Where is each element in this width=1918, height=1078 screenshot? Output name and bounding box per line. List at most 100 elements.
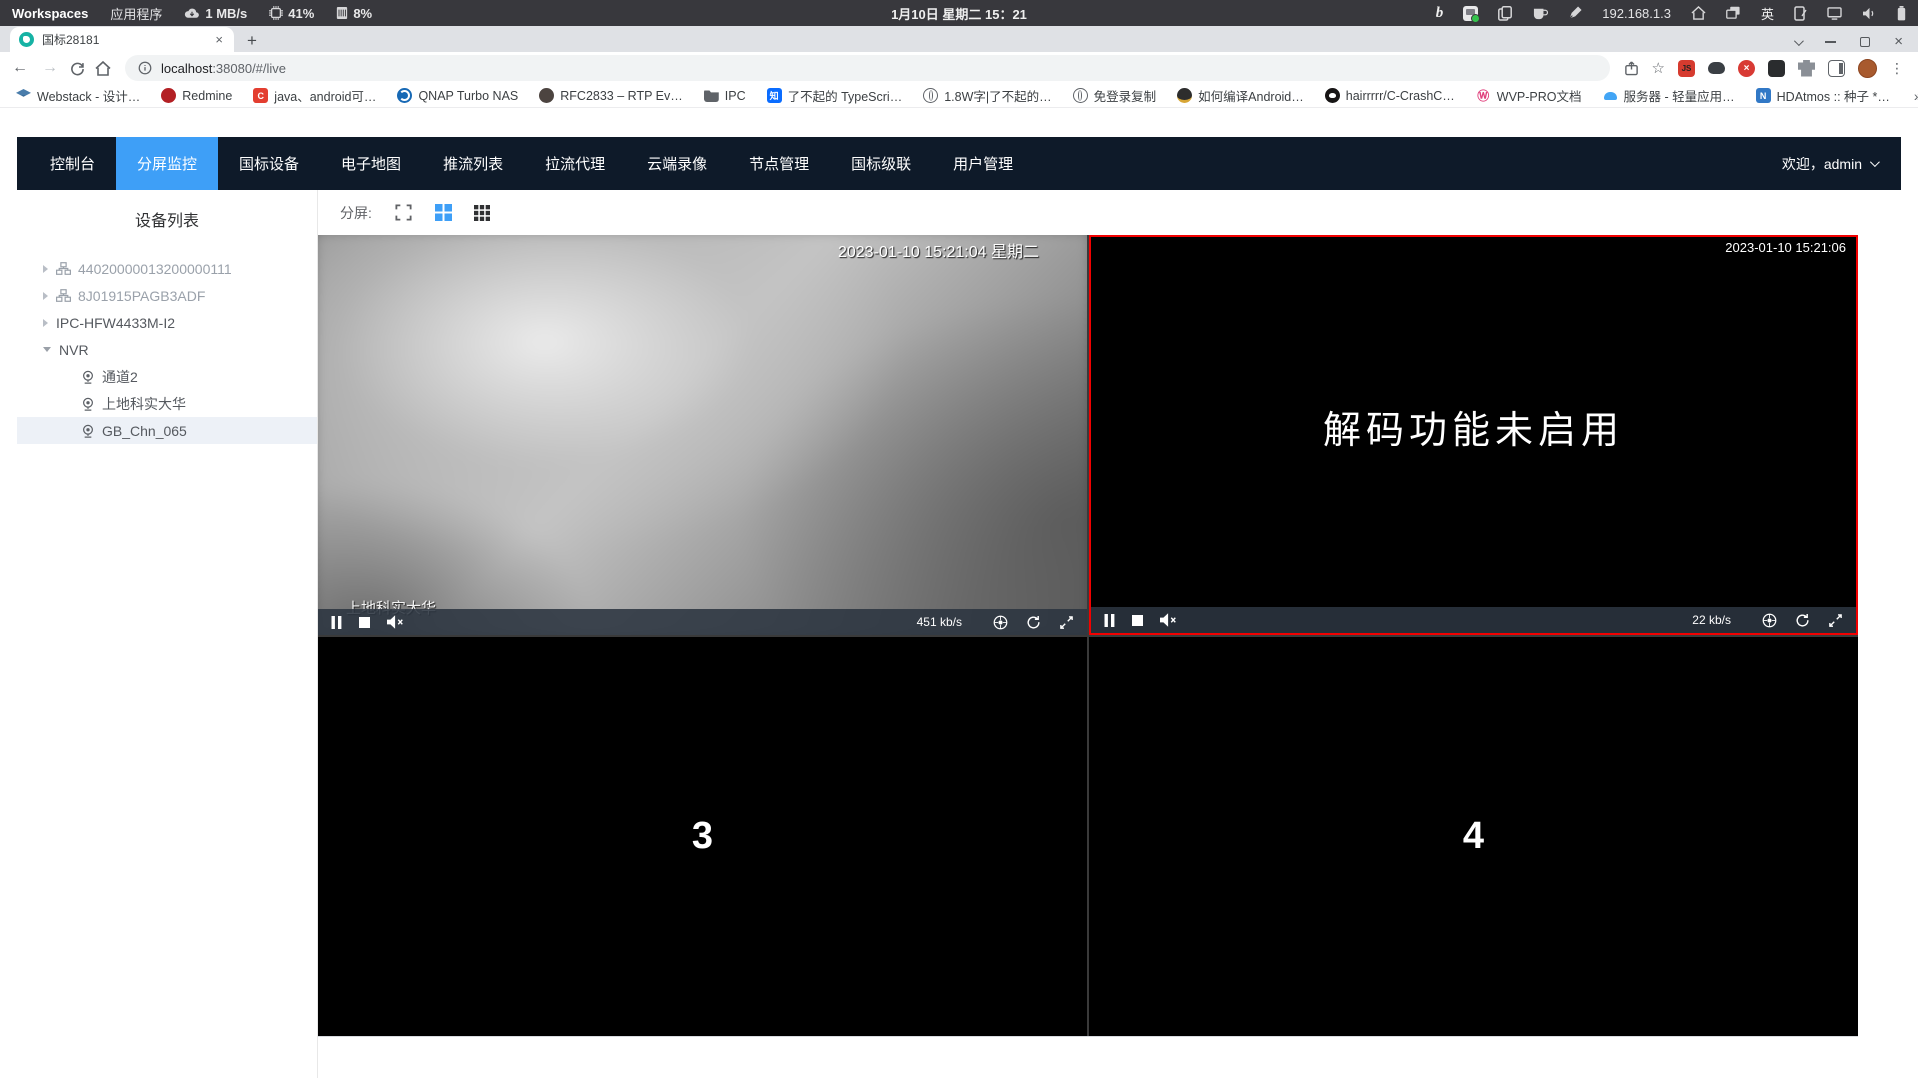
site-info-icon[interactable] — [138, 61, 152, 75]
mute-icon[interactable] — [1160, 613, 1178, 627]
grid-2x2-icon — [434, 204, 452, 221]
battery-icon[interactable] — [1897, 5, 1906, 21]
clock[interactable]: 1月10日 星期二 15：21 — [891, 4, 1027, 23]
video-cell-2[interactable]: 2023-01-10 15:21:06 解码功能未启用 22 kb/s — [1089, 235, 1858, 635]
extension-square-icon[interactable] — [1768, 59, 1785, 77]
tab-close-icon[interactable]: × — [213, 32, 225, 47]
video-cell-3[interactable]: 3 — [318, 637, 1087, 1036]
share-icon[interactable] — [1624, 60, 1639, 76]
tree-item-platform-2[interactable]: 8J01915PAGB3ADF — [17, 282, 317, 309]
user-menu[interactable]: 欢迎，admin — [1782, 154, 1901, 174]
nav-tab-push-list[interactable]: 推流列表 — [422, 137, 524, 190]
stop-button[interactable] — [359, 616, 370, 628]
refresh-icon[interactable] — [1026, 615, 1041, 630]
clipboard-icon[interactable] — [1498, 5, 1513, 21]
tree-item-channel-3-selected[interactable]: GB_Chn_065 — [17, 417, 317, 444]
split-3x3-button[interactable] — [473, 204, 490, 221]
bookmark-zhihu[interactable]: 知了不起的 TypeScri… — [766, 86, 902, 105]
bookmark-wvp-docs[interactable]: Ⓦ WVP-PRO文档 — [1475, 86, 1582, 105]
side-panel-icon[interactable] — [1828, 59, 1845, 77]
snapshot-icon[interactable] — [1762, 613, 1777, 628]
tab-search-icon[interactable] — [1794, 35, 1805, 46]
nav-tab-map[interactable]: 电子地图 — [320, 137, 422, 190]
windows-stack-icon[interactable] — [1726, 6, 1741, 20]
video-cell-1[interactable]: 2023-01-10 15:21:04 星期二 上地科实大华 451 kb/s — [318, 235, 1087, 635]
video-cell-4[interactable]: 4 — [1089, 637, 1858, 1036]
tree-item-channel-1[interactable]: 通道2 — [17, 363, 317, 390]
bookmark-ipc-folder[interactable]: IPC — [703, 89, 746, 103]
extension-js-icon[interactable]: JS — [1678, 59, 1695, 77]
fullscreen-button[interactable] — [394, 203, 413, 222]
stop-button[interactable] — [1132, 614, 1143, 626]
home-tray-icon[interactable] — [1691, 6, 1706, 20]
caret-down-icon[interactable] — [43, 347, 51, 352]
bookmark-github[interactable]: hairrrrr/C-CrashC… — [1324, 88, 1455, 103]
extension-mask-icon[interactable] — [1708, 62, 1725, 74]
refresh-icon[interactable] — [1795, 613, 1810, 628]
tablet-icon[interactable] — [1794, 5, 1807, 21]
caret-right-icon[interactable] — [43, 264, 48, 273]
bookmark-qnap[interactable]: QNAP Turbo NAS — [397, 88, 518, 103]
tree-item-platform-1[interactable]: 44020000013200000111 — [17, 255, 317, 282]
nav-tab-pull-proxy[interactable]: 拉流代理 — [524, 137, 626, 190]
coffee-cup-icon[interactable] — [1532, 7, 1549, 20]
bookmark-csdn[interactable]: Cjava、android可… — [253, 86, 376, 105]
nav-tab-users[interactable]: 用户管理 — [932, 137, 1034, 190]
nav-tab-cascade[interactable]: 国标级联 — [830, 137, 932, 190]
reload-button[interactable] — [70, 61, 85, 76]
bookmark-copy[interactable]: 免登录复制 — [1072, 86, 1156, 105]
window-minimize-button[interactable] — [1825, 41, 1837, 43]
bookmarks-overflow-icon[interactable]: » — [1914, 88, 1918, 104]
bookmark-hdatmos[interactable]: N HDAtmos :: 种子 *… — [1755, 86, 1890, 105]
profile-avatar[interactable] — [1858, 58, 1877, 78]
mute-icon[interactable] — [387, 615, 405, 629]
forward-button[interactable]: → — [40, 59, 60, 77]
pause-button[interactable] — [1104, 613, 1115, 627]
ip-address-indicator[interactable]: 192.168.1.3 — [1602, 6, 1671, 21]
pen-tool-icon[interactable] — [1568, 6, 1582, 20]
bookmark-android[interactable]: 如何编译Android… — [1177, 86, 1304, 105]
bookmark-rfc2833[interactable]: RFC2833 – RTP Ev… — [539, 88, 683, 103]
snapshot-icon[interactable] — [993, 615, 1008, 630]
tree-item-channel-2[interactable]: 上地科实大华 — [17, 390, 317, 417]
nav-tab-gb-devices[interactable]: 国标设备 — [218, 137, 320, 190]
address-bar[interactable]: localhost:38080/#/live — [125, 55, 1610, 81]
applications-menu[interactable]: 应用程序 — [110, 4, 162, 23]
browser-tab-strip: 国标28181 × + × — [0, 26, 1918, 52]
volume-icon[interactable] — [1862, 7, 1877, 20]
back-button[interactable]: ← — [10, 59, 30, 77]
browser-menu-icon[interactable]: ⋮ — [1890, 60, 1904, 77]
bookmark-cloud-server[interactable]: 服务器 - 轻量应用… — [1602, 86, 1735, 105]
bookmark-redmine[interactable]: Redmine — [161, 88, 232, 103]
home-button[interactable] — [95, 60, 111, 76]
window-maximize-button[interactable] — [1860, 37, 1871, 47]
nav-tab-console[interactable]: 控制台 — [29, 137, 116, 190]
tab-favicon — [19, 32, 34, 47]
split-2x2-button[interactable] — [434, 204, 452, 221]
new-tab-button[interactable]: + — [247, 32, 257, 49]
bookmark-typescript[interactable]: 1.8W字|了不起的… — [923, 86, 1052, 105]
display-icon[interactable] — [1827, 6, 1842, 20]
caret-right-icon[interactable] — [43, 318, 48, 327]
browser-tab[interactable]: 国标28181 × — [10, 27, 234, 52]
url-text[interactable]: localhost:38080/#/live — [161, 61, 286, 76]
pause-button[interactable] — [331, 615, 342, 629]
screenshot-app-tray-icon[interactable] — [1463, 5, 1481, 23]
nav-tab-nodes[interactable]: 节点管理 — [728, 137, 830, 190]
expand-icon[interactable] — [1059, 615, 1074, 630]
workspaces-button[interactable]: Workspaces — [12, 6, 88, 21]
input-method-indicator[interactable]: 英 — [1761, 4, 1774, 23]
extensions-puzzle-icon[interactable] — [1798, 59, 1815, 77]
expand-icon[interactable] — [1828, 613, 1843, 628]
window-close-button[interactable]: × — [1894, 34, 1903, 49]
caret-right-icon[interactable] — [43, 291, 48, 300]
bookmark-webstack[interactable]: Webstack - 设计… — [16, 86, 140, 105]
nav-tab-cloud-record[interactable]: 云端录像 — [626, 137, 728, 190]
nav-tab-split-monitor[interactable]: 分屏监控 — [116, 137, 219, 190]
tree-item-ipc-device[interactable]: IPC-HFW4433M-I2 — [17, 309, 317, 336]
bing-tray-icon[interactable]: b — [1436, 5, 1444, 22]
extension-blocker-icon[interactable] — [1738, 59, 1755, 77]
bookmark-star-icon[interactable]: ☆ — [1652, 59, 1665, 77]
tree-item-nvr-device[interactable]: NVR — [17, 336, 317, 363]
sidebar-title: 设备列表 — [134, 213, 199, 230]
